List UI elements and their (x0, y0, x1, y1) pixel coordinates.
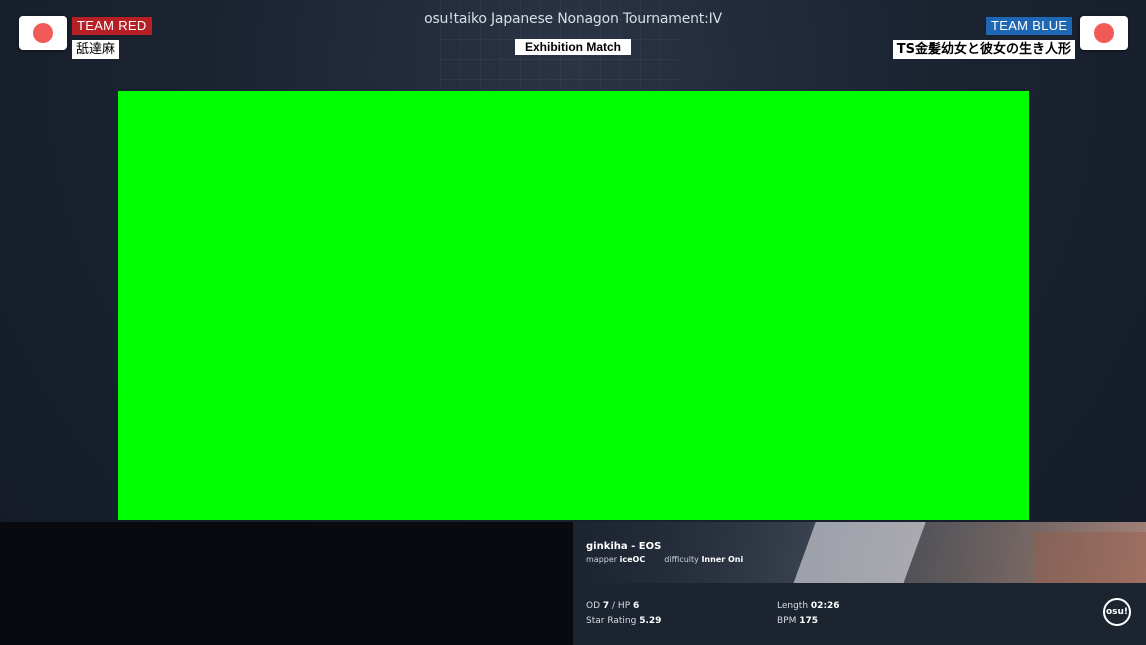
mapper-name: iceOC (619, 555, 646, 564)
length-value: 02:26 (810, 601, 840, 611)
hp-value: 6 (633, 601, 640, 611)
beatmap-banner-image: ginkiha - EOS mapper iceOC difficulty In… (573, 522, 1146, 583)
beatmap-meta: mapper iceOC difficulty Inner Oni (586, 555, 743, 564)
team-red-label: TEAM RED (72, 17, 152, 35)
chat-panel (0, 522, 573, 645)
mapper-label: mapper (586, 555, 618, 564)
bpm-label: BPM (777, 616, 797, 626)
beatmap-title: ginkiha - EOS (586, 541, 662, 552)
beatmap-info-panel: ginkiha - EOS mapper iceOC difficulty In… (573, 522, 1146, 645)
od-value: 7 (602, 601, 610, 611)
bpm-stat: BPM 175 (777, 616, 818, 626)
round-label: Exhibition Match (515, 39, 631, 55)
length-label: Length (777, 601, 809, 611)
tournament-title: osu!taiko Japanese Nonagon Tournament:IV (424, 11, 722, 27)
od-label: OD (586, 601, 601, 611)
japan-flag-sun (1094, 23, 1114, 43)
team-blue-label: TEAM BLUE (986, 17, 1073, 35)
star-rating-value: 5.29 (639, 616, 662, 626)
gameplay-greenscreen (118, 91, 1029, 520)
osu-logo-icon: osu! (1103, 598, 1131, 626)
bpm-value: 175 (799, 616, 819, 626)
length-stat: Length 02:26 (777, 601, 840, 611)
team-red-flag-icon (19, 16, 67, 50)
hp-label: / HP (612, 601, 631, 611)
japan-flag-sun (33, 23, 53, 43)
star-rating-label: Star Rating (586, 616, 637, 626)
team-blue-player-name: TS金髪幼女と彼女の生き人形 (892, 40, 1075, 59)
team-blue-flag-icon (1080, 16, 1128, 50)
difficulty-label: difficulty (664, 555, 699, 564)
od-hp-stat: OD 7 / HP 6 (586, 601, 639, 611)
team-red-player-name: 舐達麻 (72, 40, 120, 59)
star-rating-stat: Star Rating 5.29 (586, 616, 661, 626)
difficulty-name: Inner Oni (701, 555, 744, 564)
